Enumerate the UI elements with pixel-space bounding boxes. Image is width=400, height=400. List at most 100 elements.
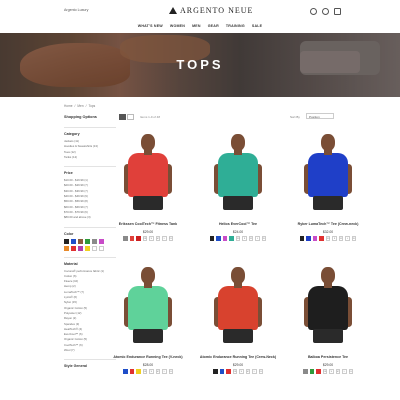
color-option[interactable]	[123, 236, 128, 241]
size-option[interactable]: S	[242, 236, 247, 241]
product-name[interactable]: Erikssen CoolTech™ Fitness Tank	[108, 222, 188, 226]
color-option[interactable]	[303, 369, 308, 374]
account-icon[interactable]	[322, 8, 329, 15]
cart-icon[interactable]	[334, 8, 341, 15]
color-swatch[interactable]	[92, 238, 97, 244]
color-option[interactable]	[136, 236, 141, 241]
color-swatch[interactable]	[64, 238, 69, 244]
product-price: $29.00	[142, 230, 154, 234]
color-option[interactable]	[226, 369, 231, 374]
size-option[interactable]: XL	[348, 369, 353, 374]
size-option[interactable]: XL	[168, 369, 173, 374]
product-card[interactable]: Atomic Endurance Running Tee (V-neck) $28…	[108, 263, 188, 393]
brand-logo[interactable]: ARGENTO NEUE	[169, 6, 253, 15]
size-option[interactable]: L	[255, 236, 260, 241]
size-option[interactable]: L	[345, 236, 350, 241]
color-swatch[interactable]	[71, 245, 76, 251]
size-option[interactable]: XL	[258, 369, 263, 374]
size-option[interactable]: XS	[325, 236, 331, 241]
size-option[interactable]: XS	[235, 236, 241, 241]
product-name[interactable]: Balboa Persistence Tee	[288, 355, 368, 359]
nav-whats-new[interactable]: WHAT'S NEW	[138, 24, 163, 28]
product-card[interactable]: Ryker LumaTech™ Tee (Crew-neck) $32.00 XS S…	[288, 130, 368, 260]
color-option[interactable]	[123, 369, 128, 374]
nav-gear[interactable]: GEAR	[208, 24, 219, 28]
search-icon[interactable]	[310, 8, 317, 15]
product-name[interactable]: Ryker LumaTech™ Tee (Crew-neck)	[288, 222, 368, 226]
color-option[interactable]	[129, 236, 134, 241]
color-option[interactable]	[136, 369, 141, 374]
size-option[interactable]: M	[155, 369, 160, 374]
color-swatch[interactable]	[99, 238, 104, 244]
size-option[interactable]: XL	[261, 236, 267, 241]
product-card[interactable]: Atomic Endurance Running Tee (Crew-Neck)…	[198, 263, 278, 393]
color-option[interactable]	[306, 236, 311, 241]
size-option[interactable]: L	[162, 236, 167, 241]
breadcrumb-home[interactable]: Home	[64, 104, 73, 108]
size-option[interactable]: XS	[322, 369, 327, 374]
product-image[interactable]	[206, 130, 270, 210]
size-option[interactable]: S	[329, 369, 334, 374]
product-card[interactable]: Erikssen CoolTech™ Fitness Tank $29.00 XS S…	[108, 130, 188, 260]
color-option[interactable]	[213, 369, 218, 374]
breadcrumb-current: Tops	[88, 104, 96, 108]
size-option[interactable]: XS	[142, 236, 147, 241]
color-option[interactable]	[209, 236, 215, 241]
product-name[interactable]: Atomic Endurance Running Tee (Crew-Neck)	[198, 355, 278, 359]
color-swatch[interactable]	[85, 245, 90, 251]
sort-select[interactable]: Position	[306, 113, 334, 119]
color-option[interactable]	[216, 236, 221, 241]
color-swatch[interactable]	[64, 245, 69, 251]
product-image[interactable]	[206, 263, 270, 343]
size-option[interactable]: L	[252, 369, 257, 374]
grid-view-icon[interactable]	[119, 114, 126, 120]
color-option[interactable]	[316, 369, 321, 374]
product-card[interactable]: Helios EverCool™ Tee $24.00 XS S M L XL	[198, 130, 278, 260]
color-option[interactable]	[129, 369, 134, 374]
size-option[interactable]: S	[149, 236, 154, 241]
size-option[interactable]: S	[239, 369, 244, 374]
product-image[interactable]	[296, 130, 360, 210]
product-name[interactable]: Helios EverCool™ Tee	[198, 222, 278, 226]
product-image[interactable]	[296, 263, 360, 343]
product-card[interactable]: Balboa Persistence Tee $29.00 XS S M L XL	[288, 263, 368, 393]
nav-women[interactable]: WOMEN	[170, 24, 185, 28]
color-option[interactable]	[222, 236, 228, 241]
size-option[interactable]: S	[332, 236, 337, 241]
nav-men[interactable]: MEN	[192, 24, 201, 28]
size-option[interactable]: L	[162, 369, 167, 374]
color-option[interactable]	[309, 369, 314, 374]
size-option[interactable]: M	[335, 369, 340, 374]
product-image[interactable]	[116, 263, 180, 343]
size-option[interactable]: XS	[142, 369, 147, 374]
size-option[interactable]: S	[149, 369, 154, 374]
size-option[interactable]: XL	[351, 236, 357, 241]
nav-sale[interactable]: SALE	[252, 24, 262, 28]
product-price: $28.00	[142, 363, 154, 367]
color-option[interactable]	[312, 236, 318, 241]
color-option[interactable]	[219, 369, 224, 374]
color-swatch[interactable]	[78, 238, 83, 244]
color-option[interactable]	[299, 236, 305, 241]
size-option[interactable]: M	[245, 369, 250, 374]
size-option[interactable]: M	[248, 236, 254, 241]
size-option[interactable]: L	[342, 369, 347, 374]
color-option[interactable]	[319, 236, 324, 241]
color-swatch[interactable]	[99, 245, 104, 251]
product-shirt	[218, 286, 258, 330]
product-image[interactable]	[116, 130, 180, 210]
breadcrumb-men[interactable]: Men	[77, 104, 83, 108]
size-option[interactable]: M	[155, 236, 160, 241]
color-option[interactable]	[229, 236, 234, 241]
color-swatch[interactable]	[92, 245, 97, 251]
size-option[interactable]: M	[338, 236, 344, 241]
size-option[interactable]: XS	[232, 369, 237, 374]
color-swatch[interactable]	[85, 238, 90, 244]
list-view-icon[interactable]	[127, 114, 134, 120]
nav-training[interactable]: TRAINING	[226, 24, 245, 28]
color-swatch[interactable]	[78, 245, 83, 251]
locale-switcher[interactable]: Argento Luxury	[64, 8, 88, 12]
color-swatch[interactable]	[71, 238, 76, 244]
size-option[interactable]: XL	[168, 236, 173, 241]
product-name[interactable]: Atomic Endurance Running Tee (V-neck)	[108, 355, 188, 359]
